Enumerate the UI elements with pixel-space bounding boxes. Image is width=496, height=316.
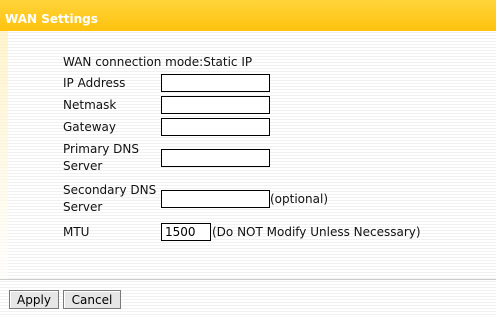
mtu-input[interactable]: [161, 223, 211, 241]
title-bar: WAN Settings: [0, 0, 496, 31]
secondary-dns-label: Secondary DNS Server: [63, 183, 157, 214]
optional-hint: (optional): [270, 192, 328, 206]
page-title: WAN Settings: [5, 12, 98, 26]
ip-address-input[interactable]: [161, 74, 270, 92]
primary-dns-input[interactable]: [161, 149, 270, 167]
gateway-label: Gateway: [63, 120, 117, 134]
cancel-button[interactable]: Cancel: [63, 290, 121, 309]
netmask-input[interactable]: [161, 96, 270, 114]
secondary-dns-input[interactable]: [161, 190, 270, 208]
divider: [0, 279, 496, 280]
gateway-input[interactable]: [161, 118, 270, 136]
mtu-warning-hint: (Do NOT Modify Unless Necessary): [212, 225, 421, 239]
mtu-label: MTU: [63, 225, 90, 239]
wan-connection-mode: WAN connection mode:Static IP: [63, 55, 252, 69]
connection-mode-label: WAN connection mode:: [63, 55, 204, 69]
connection-mode-value: Static IP: [203, 55, 253, 69]
primary-dns-label: Primary DNS Server: [63, 142, 140, 173]
ip-address-label: IP Address: [63, 76, 126, 90]
apply-button[interactable]: Apply: [9, 290, 59, 309]
left-accent-stripe: [0, 31, 8, 280]
netmask-label: Netmask: [63, 98, 117, 112]
